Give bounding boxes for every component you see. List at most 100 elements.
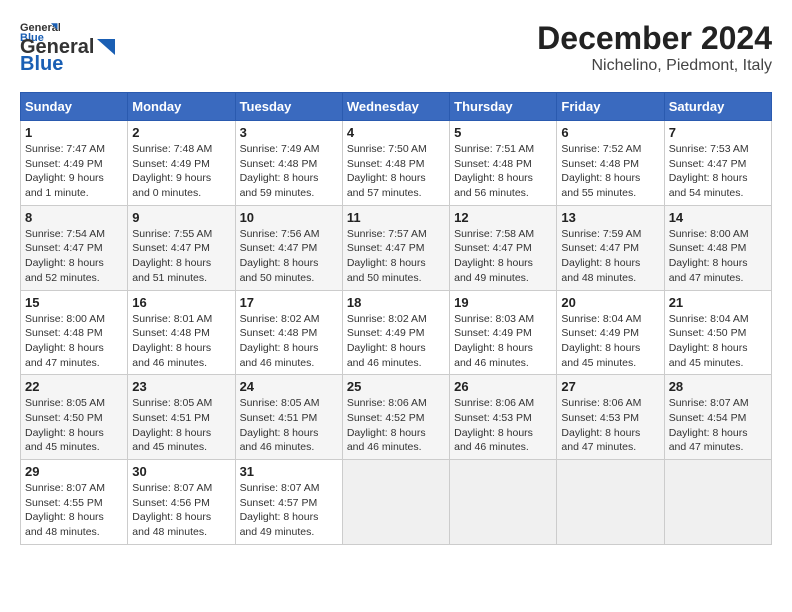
calendar-table: SundayMondayTuesdayWednesdayThursdayFrid… xyxy=(20,92,772,545)
calendar-cell: 5Sunrise: 7:51 AMSunset: 4:48 PMDaylight… xyxy=(450,121,557,206)
calendar-cell xyxy=(664,460,771,545)
calendar-cell: 20 Sunrise: 8:04 AMSunset: 4:49 PMDayligh… xyxy=(557,290,664,375)
header-monday: Monday xyxy=(128,93,235,121)
calendar-cell: 8 Sunrise: 7:54 AMSunset: 4:47 PMDaylight… xyxy=(21,205,128,290)
day-number: 24 xyxy=(240,379,338,394)
calendar-cell: 6 Sunrise: 7:52 AMSunset: 4:48 PMDaylight… xyxy=(557,121,664,206)
page-title: December 2024 xyxy=(537,20,772,57)
header-friday: Friday xyxy=(557,93,664,121)
day-number: 12 xyxy=(454,210,552,225)
day-number: 29 xyxy=(25,464,123,479)
calendar-cell: 3 Sunrise: 7:49 AMSunset: 4:48 PMDaylight… xyxy=(235,121,342,206)
day-info: Sunrise: 8:05 AMSunset: 4:51 PMDaylight:… xyxy=(132,396,230,455)
calendar-cell: 7Sunrise: 7:53 AMSunset: 4:47 PMDaylight… xyxy=(664,121,771,206)
calendar-cell xyxy=(342,460,449,545)
calendar-cell: 27 Sunrise: 8:06 AMSunset: 4:53 PMDayligh… xyxy=(557,375,664,460)
day-number: 14 xyxy=(669,210,767,225)
calendar-cell: 16 Sunrise: 8:01 AMSunset: 4:48 PMDayligh… xyxy=(128,290,235,375)
calendar-cell: 9Sunrise: 7:55 AMSunset: 4:47 PMDaylight… xyxy=(128,205,235,290)
day-info: Sunrise: 8:06 AMSunset: 4:53 PMDaylight:… xyxy=(454,396,552,455)
week-row-4: 22Sunrise: 8:05 AMSunset: 4:50 PMDayligh… xyxy=(21,375,772,460)
week-row-1: 1Sunrise: 7:47 AMSunset: 4:49 PMDaylight… xyxy=(21,121,772,206)
day-number: 30 xyxy=(132,464,230,479)
day-info: Sunrise: 8:06 AMSunset: 4:52 PMDaylight:… xyxy=(347,396,445,455)
day-info: Sunrise: 7:59 AMSunset: 4:47 PMDaylight:… xyxy=(561,227,659,286)
calendar-cell: 25 Sunrise: 8:06 AMSunset: 4:52 PMDayligh… xyxy=(342,375,449,460)
calendar-cell: 28 Sunrise: 8:07 AMSunset: 4:54 PMDayligh… xyxy=(664,375,771,460)
page-subtitle: Nichelino, Piedmont, Italy xyxy=(537,57,772,75)
day-number: 25 xyxy=(347,379,445,394)
day-number: 27 xyxy=(561,379,659,394)
day-number: 20 xyxy=(561,295,659,310)
day-number: 19 xyxy=(454,295,552,310)
day-info: Sunrise: 8:05 AMSunset: 4:51 PMDaylight:… xyxy=(240,396,338,455)
calendar-cell: 23 Sunrise: 8:05 AMSunset: 4:51 PMDayligh… xyxy=(128,375,235,460)
day-info: Sunrise: 7:50 AMSunset: 4:48 PMDaylight:… xyxy=(347,142,445,201)
day-number: 10 xyxy=(240,210,338,225)
header-wednesday: Wednesday xyxy=(342,93,449,121)
calendar-cell: 19 Sunrise: 8:03 AMSunset: 4:49 PMDayligh… xyxy=(450,290,557,375)
calendar-cell: 12Sunrise: 7:58 AMSunset: 4:47 PMDayligh… xyxy=(450,205,557,290)
logo: General Blue General Blue xyxy=(20,20,118,76)
day-info: Sunrise: 7:53 AMSunset: 4:47 PMDaylight:… xyxy=(669,142,767,201)
calendar-cell: 29 Sunrise: 8:07 AMSunset: 4:55 PMDayligh… xyxy=(21,460,128,545)
day-info: Sunrise: 8:07 AMSunset: 4:55 PMDaylight:… xyxy=(25,481,123,540)
day-number: 11 xyxy=(347,210,445,225)
calendar-cell: 26 Sunrise: 8:06 AMSunset: 4:53 PMDayligh… xyxy=(450,375,557,460)
calendar-cell xyxy=(450,460,557,545)
calendar-cell: 4 Sunrise: 7:50 AMSunset: 4:48 PMDaylight… xyxy=(342,121,449,206)
day-info: Sunrise: 8:07 AMSunset: 4:56 PMDaylight:… xyxy=(132,481,230,540)
header-saturday: Saturday xyxy=(664,93,771,121)
day-info: Sunrise: 8:04 AMSunset: 4:50 PMDaylight:… xyxy=(669,312,767,371)
day-info: Sunrise: 8:04 AMSunset: 4:49 PMDaylight:… xyxy=(561,312,659,371)
week-row-5: 29 Sunrise: 8:07 AMSunset: 4:55 PMDayligh… xyxy=(21,460,772,545)
day-number: 2 xyxy=(132,125,230,140)
day-info: Sunrise: 8:07 AMSunset: 4:54 PMDaylight:… xyxy=(669,396,767,455)
calendar-cell: 11Sunrise: 7:57 AMSunset: 4:47 PMDayligh… xyxy=(342,205,449,290)
day-info: Sunrise: 7:47 AMSunset: 4:49 PMDaylight:… xyxy=(25,142,123,201)
day-info: Sunrise: 8:00 AMSunset: 4:48 PMDaylight:… xyxy=(25,312,123,371)
day-info: Sunrise: 8:03 AMSunset: 4:49 PMDaylight:… xyxy=(454,312,552,371)
day-number: 9 xyxy=(132,210,230,225)
day-info: Sunrise: 7:48 AMSunset: 4:49 PMDaylight:… xyxy=(132,142,230,201)
day-info: Sunrise: 7:52 AMSunset: 4:48 PMDaylight:… xyxy=(561,142,659,201)
calendar-cell: 2 Sunrise: 7:48 AMSunset: 4:49 PMDaylight… xyxy=(128,121,235,206)
day-number: 8 xyxy=(25,210,123,225)
calendar-header-row: SundayMondayTuesdayWednesdayThursdayFrid… xyxy=(21,93,772,121)
day-info: Sunrise: 7:49 AMSunset: 4:48 PMDaylight:… xyxy=(240,142,338,201)
day-info: Sunrise: 8:05 AMSunset: 4:50 PMDaylight:… xyxy=(25,396,123,455)
day-number: 13 xyxy=(561,210,659,225)
calendar-cell xyxy=(557,460,664,545)
day-number: 31 xyxy=(240,464,338,479)
calendar-cell: 1Sunrise: 7:47 AMSunset: 4:49 PMDaylight… xyxy=(21,121,128,206)
day-info: Sunrise: 7:51 AMSunset: 4:48 PMDaylight:… xyxy=(454,142,552,201)
day-number: 26 xyxy=(454,379,552,394)
day-number: 4 xyxy=(347,125,445,140)
logo-text-blue: Blue xyxy=(20,53,63,76)
day-info: Sunrise: 8:06 AMSunset: 4:53 PMDaylight:… xyxy=(561,396,659,455)
day-number: 17 xyxy=(240,295,338,310)
day-number: 16 xyxy=(132,295,230,310)
day-number: 6 xyxy=(561,125,659,140)
header-thursday: Thursday xyxy=(450,93,557,121)
calendar-cell: 13 Sunrise: 7:59 AMSunset: 4:47 PMDayligh… xyxy=(557,205,664,290)
day-info: Sunrise: 8:00 AMSunset: 4:48 PMDaylight:… xyxy=(669,227,767,286)
day-info: Sunrise: 8:01 AMSunset: 4:48 PMDaylight:… xyxy=(132,312,230,371)
day-number: 23 xyxy=(132,379,230,394)
calendar-cell: 24 Sunrise: 8:05 AMSunset: 4:51 PMDayligh… xyxy=(235,375,342,460)
day-info: Sunrise: 7:54 AMSunset: 4:47 PMDaylight:… xyxy=(25,227,123,286)
day-info: Sunrise: 8:02 AMSunset: 4:48 PMDaylight:… xyxy=(240,312,338,371)
title-block: December 2024 Nichelino, Piedmont, Italy xyxy=(537,20,772,75)
calendar-cell: 17 Sunrise: 8:02 AMSunset: 4:48 PMDayligh… xyxy=(235,290,342,375)
week-row-2: 8 Sunrise: 7:54 AMSunset: 4:47 PMDaylight… xyxy=(21,205,772,290)
page-header: General Blue General Blue December 2024 … xyxy=(20,20,772,76)
day-number: 15 xyxy=(25,295,123,310)
calendar-cell: 18Sunrise: 8:02 AMSunset: 4:49 PMDayligh… xyxy=(342,290,449,375)
calendar-cell: 10Sunrise: 7:56 AMSunset: 4:47 PMDayligh… xyxy=(235,205,342,290)
calendar-cell: 30 Sunrise: 8:07 AMSunset: 4:56 PMDayligh… xyxy=(128,460,235,545)
logo-triangle xyxy=(95,39,117,57)
day-number: 3 xyxy=(240,125,338,140)
day-number: 21 xyxy=(669,295,767,310)
day-number: 28 xyxy=(669,379,767,394)
day-info: Sunrise: 8:07 AMSunset: 4:57 PMDaylight:… xyxy=(240,481,338,540)
